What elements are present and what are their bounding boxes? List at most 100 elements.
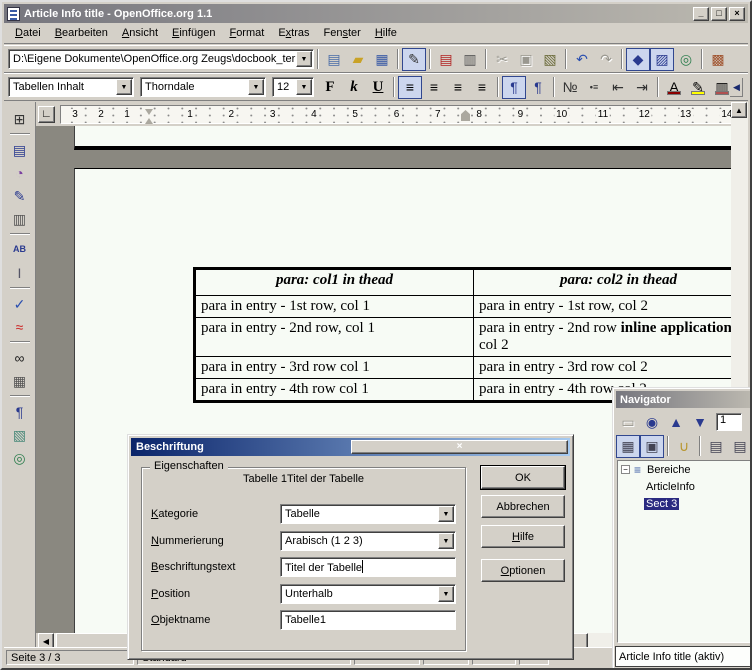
tree-item-bereiche[interactable]: −≡Bereiche: [618, 461, 751, 478]
gallery-icon[interactable]: ▩: [706, 48, 730, 71]
insert-table-icon[interactable]: ⊞: [8, 107, 32, 130]
table-header-cell[interactable]: para: col2 in thead: [474, 270, 736, 296]
open-document-icon[interactable]: ▰: [346, 48, 370, 71]
footer-icon[interactable]: ▤: [728, 435, 752, 458]
menu-fenster[interactable]: Fenster: [317, 25, 368, 41]
table-header-cell[interactable]: para: col1 in thead: [196, 270, 474, 296]
find-replace-icon[interactable]: ∞: [8, 346, 32, 369]
dropdown-icon[interactable]: ▼: [438, 533, 454, 549]
dialog-close-icon[interactable]: ×: [351, 440, 568, 454]
insert-fields-icon[interactable]: ▤: [8, 138, 32, 161]
online-layout-icon[interactable]: ◎: [8, 446, 32, 469]
header-icon[interactable]: ▤: [704, 435, 728, 458]
page-spinner[interactable]: 1: [716, 413, 742, 431]
listbox-onoff-icon[interactable]: ▦: [616, 435, 640, 458]
font-dropdown-icon[interactable]: ▼: [248, 79, 264, 95]
nummerierung-combobox[interactable]: Arabisch (1 2 3)▼: [280, 531, 456, 551]
spellcheck-icon[interactable]: ✓: [8, 292, 32, 315]
nonprinting-characters-icon[interactable]: ¶: [8, 400, 32, 423]
menu-einfügen[interactable]: Einfügen: [165, 25, 222, 41]
underline-icon[interactable]: U: [366, 76, 390, 99]
tree-item-label[interactable]: Sect 3: [644, 498, 679, 510]
dropdown-icon[interactable]: ▼: [438, 586, 454, 602]
paste-icon[interactable]: ▧: [538, 48, 562, 71]
menu-datei[interactable]: Datei: [8, 25, 48, 41]
navigation-icon[interactable]: ◉: [640, 411, 664, 434]
field-value[interactable]: Titel der Tabelle: [281, 560, 455, 574]
abbrechen-button[interactable]: Abbrechen: [481, 495, 565, 518]
hilfe-button[interactable]: Hilfe: [481, 525, 565, 548]
stylist-icon[interactable]: ▨: [650, 48, 674, 71]
minimize-button[interactable]: _: [693, 7, 709, 21]
new-document-icon[interactable]: ▤: [322, 48, 346, 71]
justify-icon[interactable]: ≡: [470, 76, 494, 99]
menu-hilfe[interactable]: Hilfe: [368, 25, 404, 41]
field-value[interactable]: Tabelle: [281, 508, 438, 520]
title-bar[interactable]: Article Info title - OpenOffice.org 1.1 …: [4, 4, 748, 23]
paragraph-style-combobox[interactable]: Tabellen Inhalt ▼: [8, 77, 134, 97]
table-cell[interactable]: para in entry - 2nd row inline applicati…: [474, 318, 736, 357]
undo-icon[interactable]: ↶: [570, 48, 594, 71]
tree-item-sect-3[interactable]: Sect 3: [618, 495, 751, 512]
navigator-title-bar[interactable]: Navigator: [616, 391, 752, 408]
document-table[interactable]: para: col1 in theadpara: col2 in theadpa…: [193, 267, 735, 403]
numbering-icon[interactable]: №: [558, 76, 582, 99]
url-value[interactable]: D:\Eigene Dokumente\OpenOffice.org Zeugs…: [9, 53, 296, 65]
insert-object-icon[interactable]: ◔: [8, 161, 32, 184]
field-value[interactable]: Unterhalb: [281, 588, 438, 600]
font-color-icon[interactable]: A: [662, 76, 686, 99]
ok-button[interactable]: OK: [481, 466, 565, 489]
url-combobox[interactable]: D:\Eigene Dokumente\OpenOffice.org Zeugs…: [8, 49, 314, 69]
horizontal-ruler[interactable]: 3211234567891011121314: [60, 105, 735, 124]
navigator-tree[interactable]: −≡BereicheArticleInfo Sect 3: [617, 460, 752, 643]
table-cell[interactable]: para in entry - 3rd row col 1: [196, 357, 474, 379]
expand-collapse-icon[interactable]: −: [621, 465, 630, 474]
autotext-icon[interactable]: AB: [8, 238, 32, 261]
previous-icon[interactable]: ▲: [664, 411, 688, 434]
form-functions-icon[interactable]: ▥: [8, 207, 32, 230]
tree-item-articleinfo[interactable]: ArticleInfo: [618, 478, 751, 495]
font-size-value[interactable]: 12: [273, 81, 296, 93]
close-button[interactable]: ×: [729, 7, 745, 21]
scroll-up-icon[interactable]: ▲: [731, 102, 747, 118]
dropdown-icon[interactable]: ▼: [438, 506, 454, 522]
indent-marker-icon[interactable]: [461, 110, 470, 121]
toolbar-more-button[interactable]: ◀: [729, 77, 744, 98]
size-dropdown-icon[interactable]: ▼: [296, 79, 312, 95]
menu-format[interactable]: Format: [222, 25, 271, 41]
content-view-icon[interactable]: ▣: [640, 435, 664, 458]
menu-bearbeiten[interactable]: Bearbeiten: [48, 25, 115, 41]
menu-ansicht[interactable]: Ansicht: [115, 25, 165, 41]
table-cell[interactable]: para in entry - 1st row, col 1: [196, 296, 474, 318]
align-center-icon[interactable]: ≡: [422, 76, 446, 99]
table-cell[interactable]: para in entry - 2nd row, col 1: [196, 318, 474, 357]
field-value[interactable]: Arabisch (1 2 3): [281, 535, 438, 547]
style-dropdown-icon[interactable]: ▼: [116, 79, 132, 95]
table-cell[interactable]: para in entry - 4th row col 1: [196, 379, 474, 401]
align-right-icon[interactable]: ≡: [446, 76, 470, 99]
print-icon[interactable]: ▥: [458, 48, 482, 71]
hyperlink-icon[interactable]: ◎: [674, 48, 698, 71]
dialog-title-bar[interactable]: Beschriftung ×: [131, 438, 570, 456]
margin-marker-icon[interactable]: [145, 114, 153, 124]
beschriftungstext-input[interactable]: Titel der Tabelle: [280, 557, 456, 577]
ltr-paragraph-icon[interactable]: ¶: [502, 76, 526, 99]
direct-cursor-icon[interactable]: I: [8, 261, 32, 284]
draw-functions-icon[interactable]: ✎: [8, 184, 32, 207]
kategorie-combobox[interactable]: Tabelle▼: [280, 504, 456, 524]
rtl-paragraph-icon[interactable]: ¶: [526, 76, 550, 99]
font-name-value[interactable]: Thorndale: [141, 81, 248, 93]
page-spinner-value[interactable]: 1: [717, 414, 741, 430]
export-pdf-icon[interactable]: ▤: [434, 48, 458, 71]
highlighting-icon[interactable]: ✎: [686, 76, 710, 99]
maximize-button[interactable]: □: [711, 7, 727, 21]
menu-extras[interactable]: Extras: [271, 25, 316, 41]
font-size-combobox[interactable]: 12 ▼: [272, 77, 314, 97]
increase-indent-icon[interactable]: ⇥: [630, 76, 654, 99]
navigator-document-list[interactable]: Article Info title (aktiv): [615, 646, 752, 667]
paragraph-style-value[interactable]: Tabellen Inhalt: [9, 81, 116, 93]
tab-type-selector[interactable]: ∟: [38, 106, 55, 123]
bold-icon[interactable]: F: [318, 76, 342, 99]
tree-item-label[interactable]: Bereiche: [645, 464, 692, 476]
autospellcheck-icon[interactable]: ≈: [8, 315, 32, 338]
